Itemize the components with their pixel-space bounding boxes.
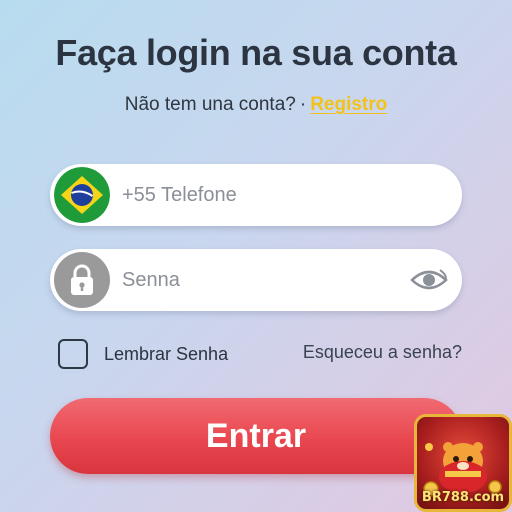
remember-label: Lembrar Senha — [104, 343, 229, 364]
register-prompt: Não tem una conta? · Registro — [0, 94, 512, 116]
password-field[interactable]: Senna — [50, 249, 462, 311]
no-account-text: Não tem una conta? — [124, 94, 296, 115]
phone-input[interactable]: +55 Telefone — [122, 164, 237, 226]
password-input[interactable]: Senna — [122, 249, 180, 311]
eye-icon[interactable] — [410, 266, 448, 294]
remember-checkbox[interactable] — [58, 339, 88, 369]
brazil-flag-icon[interactable] — [54, 167, 110, 223]
register-link[interactable]: Registro — [310, 94, 387, 115]
phone-field[interactable]: +55 Telefone — [50, 164, 462, 226]
brand-logo: BR788.com — [414, 414, 512, 512]
brand-logo-text: BR788.com — [421, 490, 505, 505]
lock-icon — [54, 252, 110, 308]
login-button[interactable]: Entrar — [50, 398, 462, 474]
separator-dot: · — [299, 94, 307, 115]
remember-me[interactable]: Lembrar Senha — [58, 338, 228, 370]
forgot-password-link[interactable]: Esqueceu a senha? — [303, 342, 462, 363]
page-title: Faça login na sua conta — [55, 32, 457, 73]
